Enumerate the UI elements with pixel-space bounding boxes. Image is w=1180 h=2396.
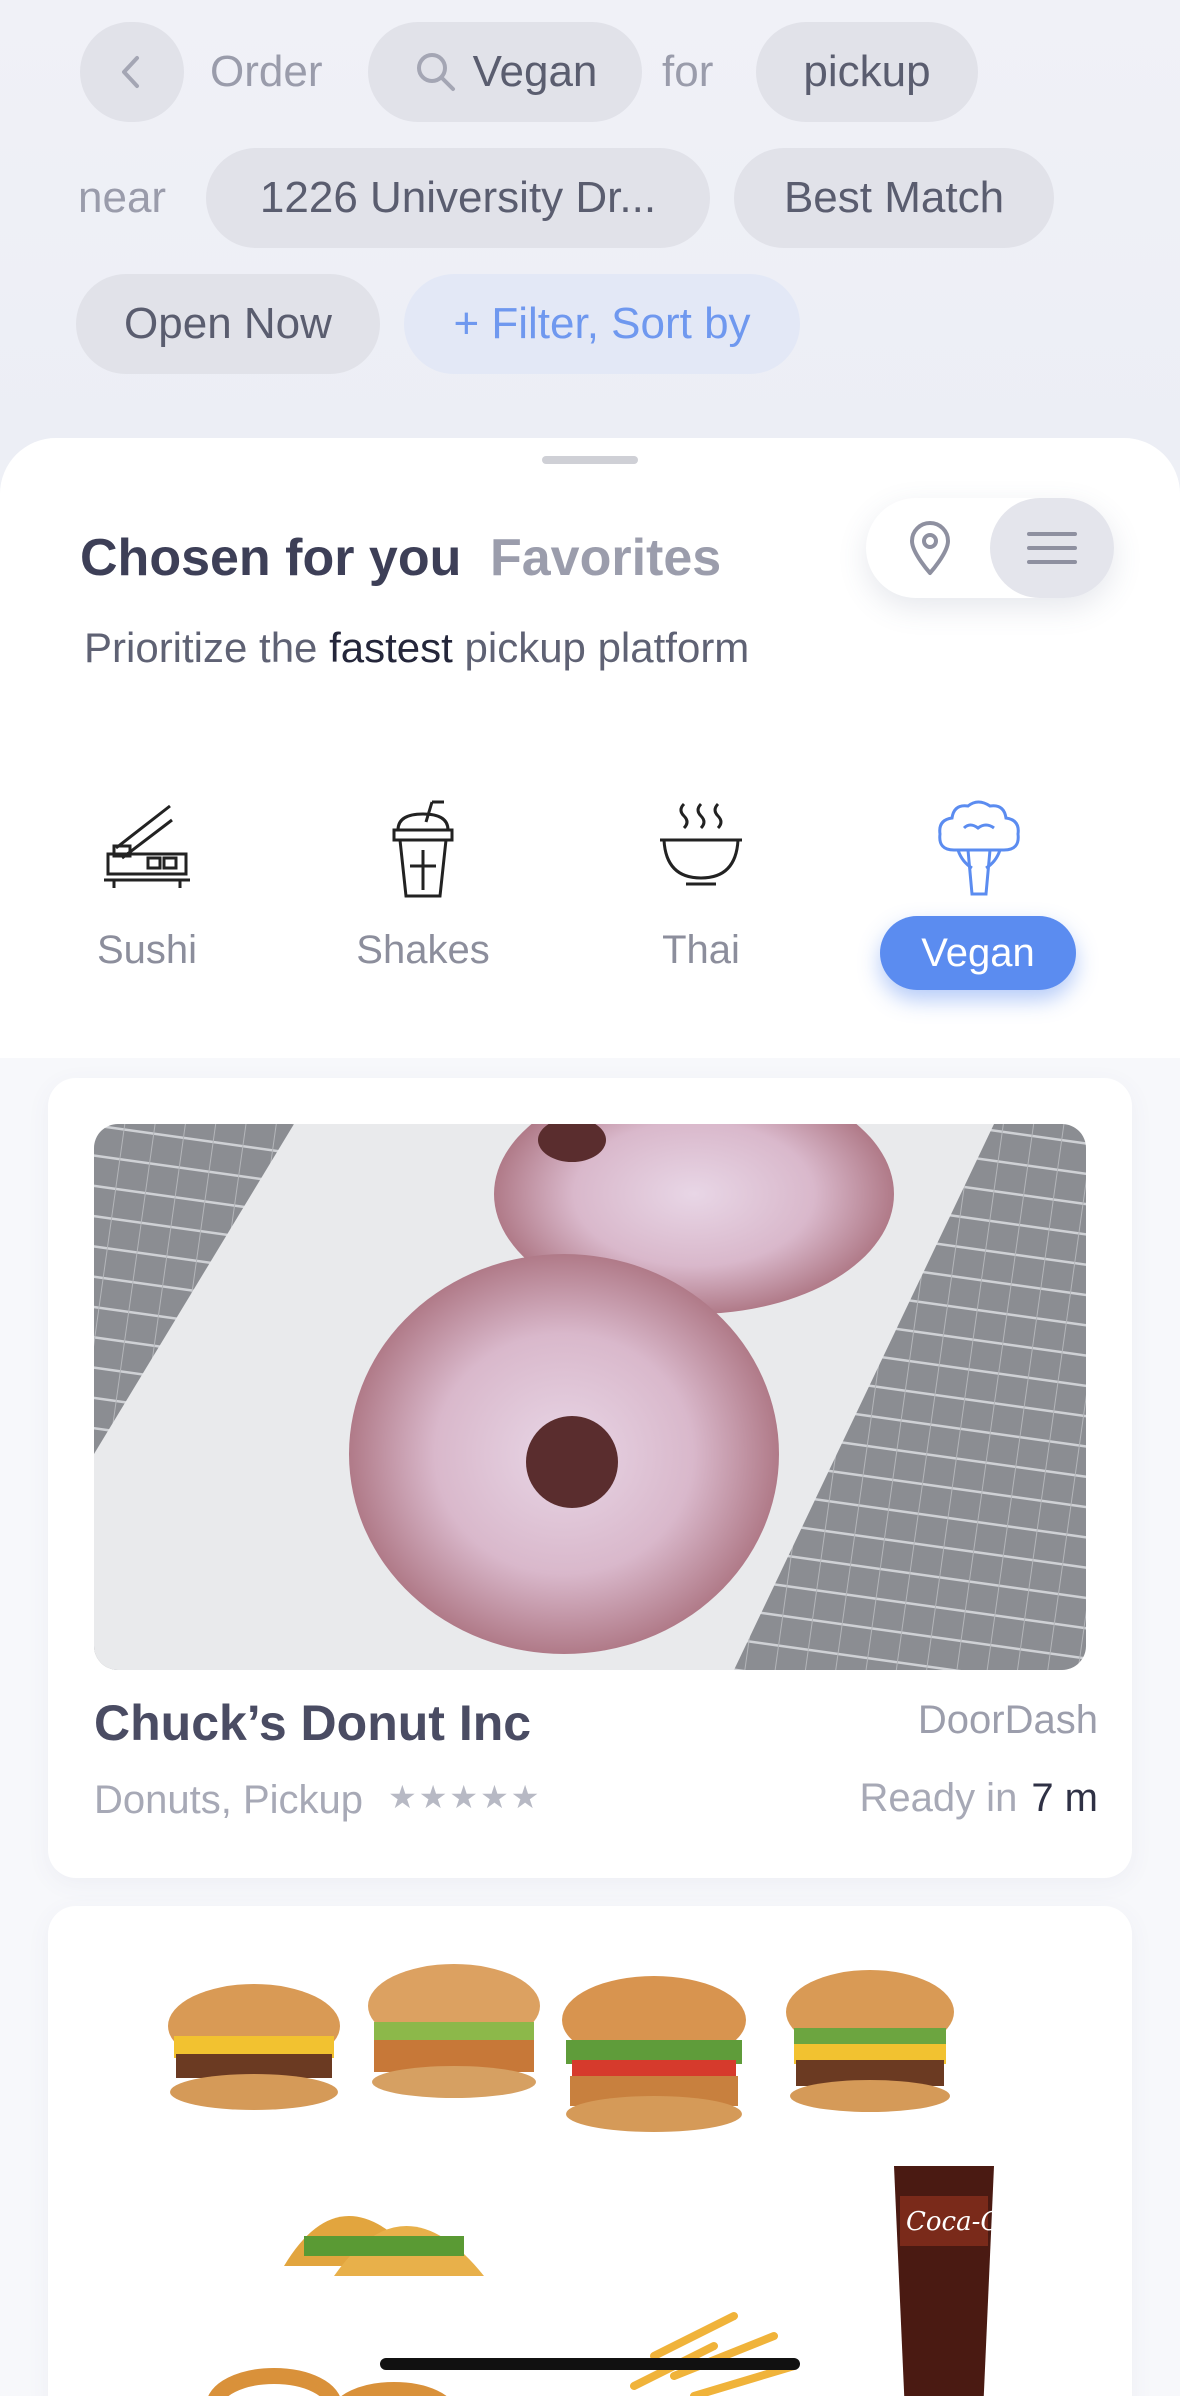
menu-lines-icon	[1027, 532, 1077, 564]
list-view-button[interactable]	[990, 498, 1114, 598]
platform-hint: Prioritize the fastest pickup platform	[84, 624, 749, 672]
results-sheet: Chosen for you Favorites Prioritize the …	[0, 438, 1180, 2396]
restaurant-name: Chuck’s Donut Inc	[94, 1695, 532, 1751]
ready-label: Ready in	[859, 1776, 1018, 1820]
rating-stars: ★★★★★	[388, 1779, 542, 1815]
shake-icon	[392, 800, 454, 898]
ready-value: 7 m	[1031, 1776, 1098, 1820]
restaurant-tags: Donuts, Pickup	[94, 1778, 364, 1822]
near-word: near	[78, 173, 167, 222]
ready-time: Ready in 7 m	[859, 1776, 1098, 1821]
hint-emphasis: fastest	[329, 624, 453, 671]
back-button[interactable]	[80, 22, 184, 122]
hint-prefix: Prioritize the	[84, 624, 318, 671]
donut-photo	[94, 1124, 1086, 1670]
map-view-button[interactable]	[880, 498, 980, 598]
restaurant-card[interactable]: Chuck’s Donut Inc DoorDash Donuts, Picku…	[48, 1078, 1132, 1878]
tab-favorites[interactable]: Favorites	[490, 528, 721, 588]
search-filter-bar: Order Vegan for pickup near 1226 Univers…	[0, 0, 1180, 460]
location-pin-icon	[910, 521, 950, 575]
sushi-icon	[104, 804, 190, 888]
burgers-photo: Coca-Cola	[94, 1936, 1086, 2396]
chevron-left-icon	[122, 56, 139, 88]
search-icon	[416, 53, 455, 91]
view-toggle	[866, 498, 1114, 598]
donut-image	[94, 1124, 1086, 1670]
hint-suffix: pickup platform	[464, 624, 750, 671]
home-indicator	[380, 2358, 800, 2370]
drag-handle[interactable]	[542, 456, 638, 464]
filter-sort-chip[interactable]: + Filter, Sort by	[404, 274, 800, 374]
for-word: for	[662, 47, 714, 96]
mode-chip[interactable]: pickup	[756, 22, 978, 122]
category-label-sushi: Sushi	[96, 928, 198, 972]
sort-chip[interactable]: Best Match	[734, 148, 1054, 248]
delivery-platform: DoorDash	[917, 1698, 1098, 1742]
svg-text:Coca-Cola: Coca-Cola	[906, 2207, 1040, 2237]
open-now-chip[interactable]: Open Now	[76, 274, 380, 374]
order-word: Order	[210, 47, 323, 96]
search-chip[interactable]: Vegan	[368, 22, 642, 122]
restaurant-card[interactable]: Coca-Cola	[48, 1906, 1132, 2396]
tab-chosen-for-you[interactable]: Chosen for you	[80, 528, 461, 588]
search-value: Vegan	[472, 47, 598, 96]
burgers-image: Coca-Cola	[94, 1936, 1086, 2396]
category-label-thai: Thai	[662, 928, 740, 972]
broccoli-icon	[938, 800, 1020, 896]
address-chip[interactable]: 1226 University Dr...	[206, 148, 710, 248]
category-label-vegan: Vegan	[880, 916, 1076, 990]
noodle-bowl-icon	[660, 802, 742, 886]
category-label-shakes: Shakes	[356, 928, 490, 972]
sheet-header: Chosen for you Favorites Prioritize the …	[0, 438, 1180, 1058]
